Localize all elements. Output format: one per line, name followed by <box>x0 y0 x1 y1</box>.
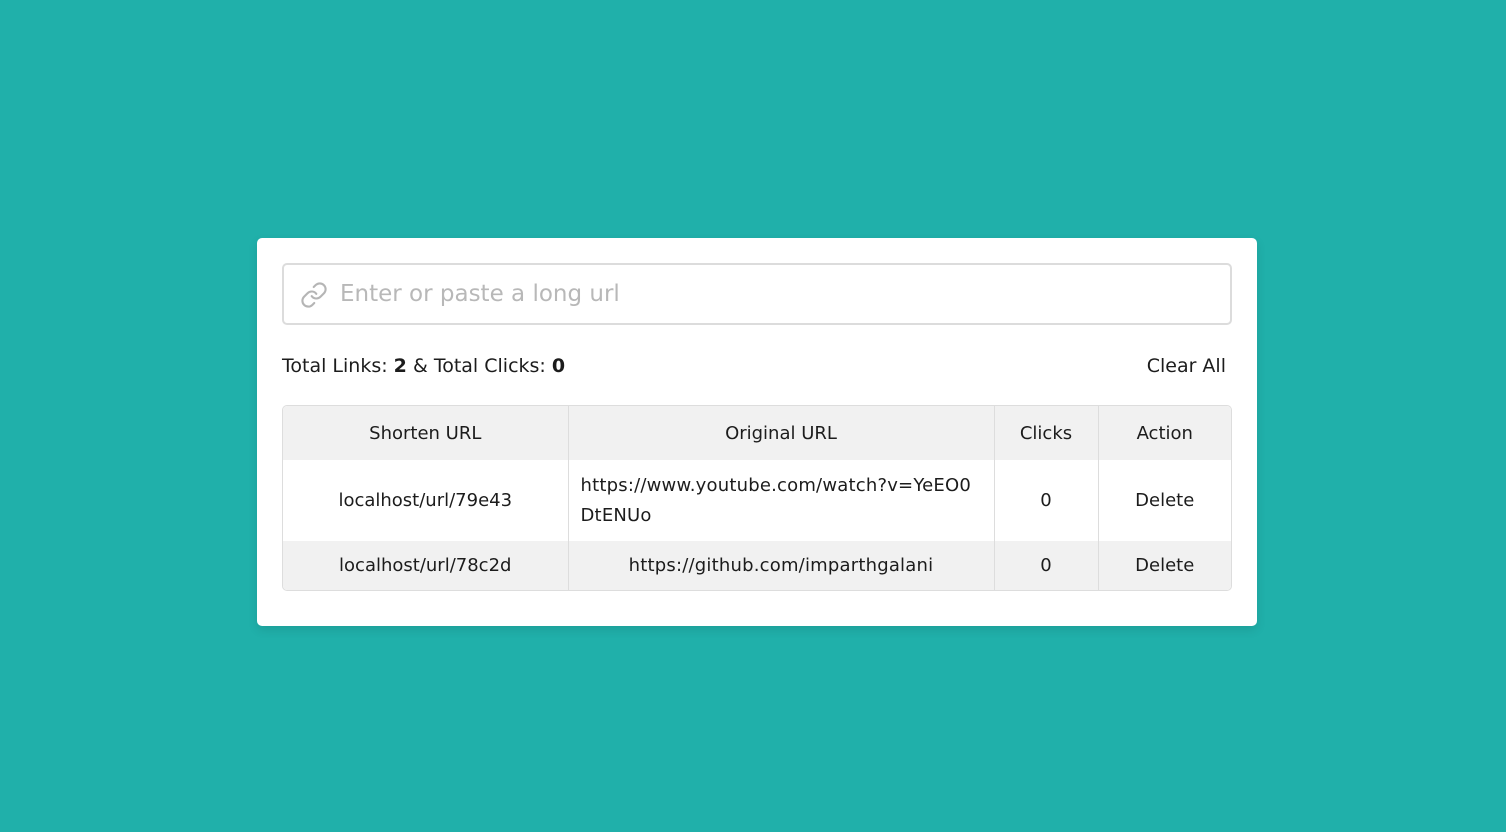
stats-row: Total Links: 2 & Total Clicks: 0 Clear A… <box>282 351 1232 381</box>
total-clicks-count: 0 <box>551 355 566 377</box>
delete-button[interactable]: Delete <box>1135 490 1194 511</box>
link-icon <box>301 282 327 308</box>
urls-table: Shorten URL Original URL Clicks Action l… <box>283 406 1231 590</box>
url-shortener-card: Total Links: 2 & Total Clicks: 0 Clear A… <box>257 238 1257 626</box>
stats-summary: Total Links: 2 & Total Clicks: 0 <box>282 351 565 381</box>
short-url-cell: localhost/url/79e43 <box>283 460 569 541</box>
clear-all-button[interactable]: Clear All <box>1147 351 1226 381</box>
table-row: localhost/url/79e43 https://www.youtube.… <box>283 460 1231 541</box>
table-header-row: Shorten URL Original URL Clicks Action <box>283 406 1231 460</box>
table-row: localhost/url/78c2d https://github.com/i… <box>283 541 1231 590</box>
action-cell: Delete <box>1098 460 1231 541</box>
header-clicks: Clicks <box>994 406 1099 460</box>
total-links-count: 2 <box>393 355 407 377</box>
stats-separator: & <box>412 355 428 377</box>
url-input-wrapper <box>282 263 1232 325</box>
original-url-cell: https://github.com/imparthgalani <box>568 541 995 590</box>
short-url-link[interactable]: localhost/url/78c2d <box>339 555 511 576</box>
clicks-cell: 0 <box>994 460 1099 541</box>
header-shorten-url: Shorten URL <box>283 406 569 460</box>
action-cell: Delete <box>1098 541 1231 590</box>
delete-button[interactable]: Delete <box>1135 555 1194 576</box>
short-url-cell: localhost/url/78c2d <box>283 541 569 590</box>
header-action: Action <box>1136 422 1193 444</box>
clicks-cell: 0 <box>994 541 1099 590</box>
total-clicks-label: Total Clicks: <box>433 355 546 377</box>
original-url-cell: https://www.youtube.com/watch?v=YeEO0DtE… <box>568 460 995 541</box>
header-original-url: Original URL <box>568 406 995 460</box>
url-input[interactable] <box>340 265 1210 323</box>
short-url-link[interactable]: localhost/url/79e43 <box>338 490 512 511</box>
total-links-label: Total Links: <box>282 355 388 377</box>
urls-table-wrapper: Shorten URL Original URL Clicks Action l… <box>282 405 1232 591</box>
